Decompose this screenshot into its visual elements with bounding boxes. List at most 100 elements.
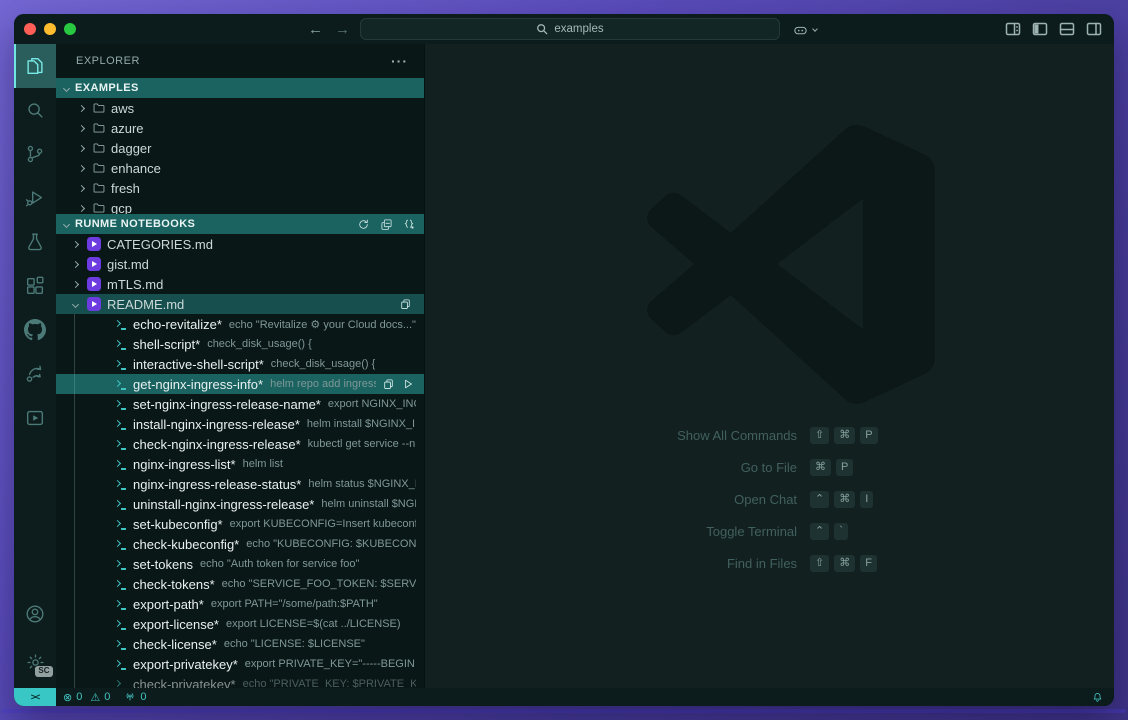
notebook-cell-row[interactable]: install-nginx-ingress-release* helm inst… <box>56 414 424 434</box>
activity-extensions[interactable] <box>14 264 56 308</box>
notebook-file-row[interactable]: mTLS.md <box>56 274 424 294</box>
notebook-cell-row[interactable]: check-nginx-ingress-release* kubectl get… <box>56 434 424 454</box>
chevron-right-icon <box>75 126 87 131</box>
chevron-down-icon <box>812 26 818 32</box>
close-button[interactable] <box>24 23 36 35</box>
folder-row[interactable]: aws <box>56 98 424 118</box>
activity-explorer[interactable] <box>14 44 56 88</box>
beaker-icon <box>24 231 46 253</box>
notifications[interactable] <box>1091 688 1114 706</box>
cell-snippet: helm uninstall $NGI... <box>321 498 416 510</box>
layout-controls <box>1005 21 1102 37</box>
activity-deploy[interactable] <box>14 352 56 396</box>
notebook-cell-row[interactable]: shell-script* check_disk_usage() { <box>56 334 424 354</box>
activity-runme[interactable] <box>14 396 56 440</box>
notebook-cell-row[interactable]: nginx-ingress-list* helm list <box>56 454 424 474</box>
deploy-arrows-icon <box>24 363 46 385</box>
shortcut-label: Open Chat <box>425 492 797 507</box>
folder-icon <box>92 141 106 155</box>
shortcut-keys: ⌃⌘I <box>810 491 873 508</box>
notebook-cell-list: echo-revitalize* echo "Revitalize ⚙ your… <box>56 314 424 688</box>
notebook-cell-row[interactable]: check-license* echo "LICENSE: $LICENSE" <box>56 634 424 654</box>
folder-icon <box>92 101 106 115</box>
copy-icon[interactable] <box>382 378 395 391</box>
more-actions-icon[interactable]: ··· <box>391 53 408 69</box>
copilot-menu[interactable] <box>792 21 817 38</box>
notebook-cell-row[interactable]: check-privatekey* echo "PRIVATE_KEY: $PR… <box>56 674 424 688</box>
folder-row[interactable]: gcp <box>56 198 424 214</box>
shortcut-row: Go to File ⌘P <box>425 451 1114 483</box>
problems-indicator[interactable]: ⊗ 0 ⚠ 0 <box>56 688 117 706</box>
folder-icon <box>92 161 106 175</box>
notebook-file-row[interactable]: CATEGORIES.md <box>56 234 424 254</box>
minimize-button[interactable] <box>44 23 56 35</box>
activity-search[interactable] <box>14 88 56 132</box>
notebook-cell-row[interactable]: set-tokens echo "Auth token for service … <box>56 554 424 574</box>
run-cell-icon[interactable] <box>402 378 414 390</box>
activity-github[interactable] <box>14 308 56 352</box>
activity-manage[interactable]: SC <box>14 636 56 688</box>
run-debug-icon <box>24 187 46 209</box>
cell-name: set-nginx-ingress-release-name* <box>133 397 321 412</box>
bell-icon <box>1091 691 1104 704</box>
zoom-button[interactable] <box>64 23 76 35</box>
folder-row[interactable]: dagger <box>56 138 424 158</box>
extensions-icon <box>24 275 46 297</box>
chevron-right-icon <box>75 146 87 151</box>
folder-row[interactable]: azure <box>56 118 424 138</box>
command-center-search[interactable]: examples <box>360 18 780 40</box>
notebook-cell-row[interactable]: interactive-shell-script* check_disk_usa… <box>56 354 424 374</box>
folder-icon <box>92 201 106 214</box>
toggle-primary-sidebar-icon[interactable] <box>1032 21 1048 37</box>
activity-accounts[interactable] <box>14 592 56 636</box>
notebook-cell-row[interactable]: nginx-ingress-release-status* helm statu… <box>56 474 424 494</box>
activity-testing[interactable] <box>14 220 56 264</box>
cell-snippet: check_disk_usage() { <box>207 338 312 350</box>
notebook-cell-row[interactable]: export-privatekey* export PRIVATE_KEY="-… <box>56 654 424 674</box>
collapse-all-icon[interactable] <box>380 218 393 231</box>
back-icon[interactable]: ← <box>308 21 323 38</box>
notebook-cell-row[interactable]: uninstall-nginx-ingress-release* helm un… <box>56 494 424 514</box>
remote-indicator[interactable]: >< <box>14 688 56 706</box>
activity-run-debug[interactable] <box>14 176 56 220</box>
github-icon <box>24 319 46 341</box>
cell-name: check-nginx-ingress-release* <box>133 437 301 452</box>
toggle-secondary-sidebar-icon[interactable] <box>1086 21 1102 37</box>
title-bar: ← → examples <box>14 14 1114 44</box>
cell-snippet: helm list <box>243 458 283 470</box>
keyboard-shortcut-hints: Show All Commands ⇧⌘P Go to File ⌘P Open… <box>425 419 1114 579</box>
notebook-cell-row[interactable]: export-path* export PATH="/some/path:$PA… <box>56 594 424 614</box>
notebook-file-row[interactable]: gist.md <box>56 254 424 274</box>
notebook-cell-row[interactable]: check-tokens* echo "SERVICE_FOO_TOKEN: $… <box>56 574 424 594</box>
section-header-runme-notebooks[interactable]: RUNME NOTEBOOKS <box>56 214 424 234</box>
cell-name: export-privatekey* <box>133 657 238 672</box>
chevron-down-icon <box>63 220 70 227</box>
toggle-panel-icon[interactable] <box>1059 21 1075 37</box>
folder-row[interactable]: enhance <box>56 158 424 178</box>
search-value: examples <box>554 23 603 35</box>
notebook-cell-row[interactable]: echo-revitalize* echo "Revitalize ⚙ your… <box>56 314 424 334</box>
activity-source-control[interactable] <box>14 132 56 176</box>
cell-name: export-path* <box>133 597 204 612</box>
cell-snippet: export KUBECONFIG=Insert kubeconf... <box>230 518 416 530</box>
kernel-braces-icon[interactable] <box>403 218 416 231</box>
refresh-icon[interactable] <box>357 218 370 231</box>
notebook-cell-row[interactable]: get-nginx-ingress-info* helm repo add in… <box>56 374 424 394</box>
forward-icon[interactable]: → <box>335 21 350 38</box>
folder-row[interactable]: fresh <box>56 178 424 198</box>
notebook-file-row[interactable]: README.md <box>56 294 424 314</box>
editor-area[interactable]: Show All Commands ⇧⌘P Go to File ⌘P Open… <box>424 44 1114 688</box>
status-bar: >< ⊗ 0 ⚠ 0 0 <box>14 688 1114 706</box>
play-square-icon <box>24 407 46 429</box>
cell-row-actions <box>382 378 414 391</box>
file-row-actions <box>399 298 412 311</box>
notebook-cell-row[interactable]: export-license* export LICENSE=$(cat ../… <box>56 614 424 634</box>
notebook-cell-row[interactable]: set-nginx-ingress-release-name* export N… <box>56 394 424 414</box>
copy-icon[interactable] <box>399 298 412 311</box>
folder-name: azure <box>111 121 144 136</box>
notebook-cell-row[interactable]: set-kubeconfig* export KUBECONFIG=Insert… <box>56 514 424 534</box>
ports-indicator[interactable]: 0 <box>117 688 153 706</box>
customize-layout-icon[interactable] <box>1005 21 1021 37</box>
section-header-examples[interactable]: EXAMPLES <box>56 78 424 98</box>
notebook-cell-row[interactable]: check-kubeconfig* echo "KUBECONFIG: $KUB… <box>56 534 424 554</box>
